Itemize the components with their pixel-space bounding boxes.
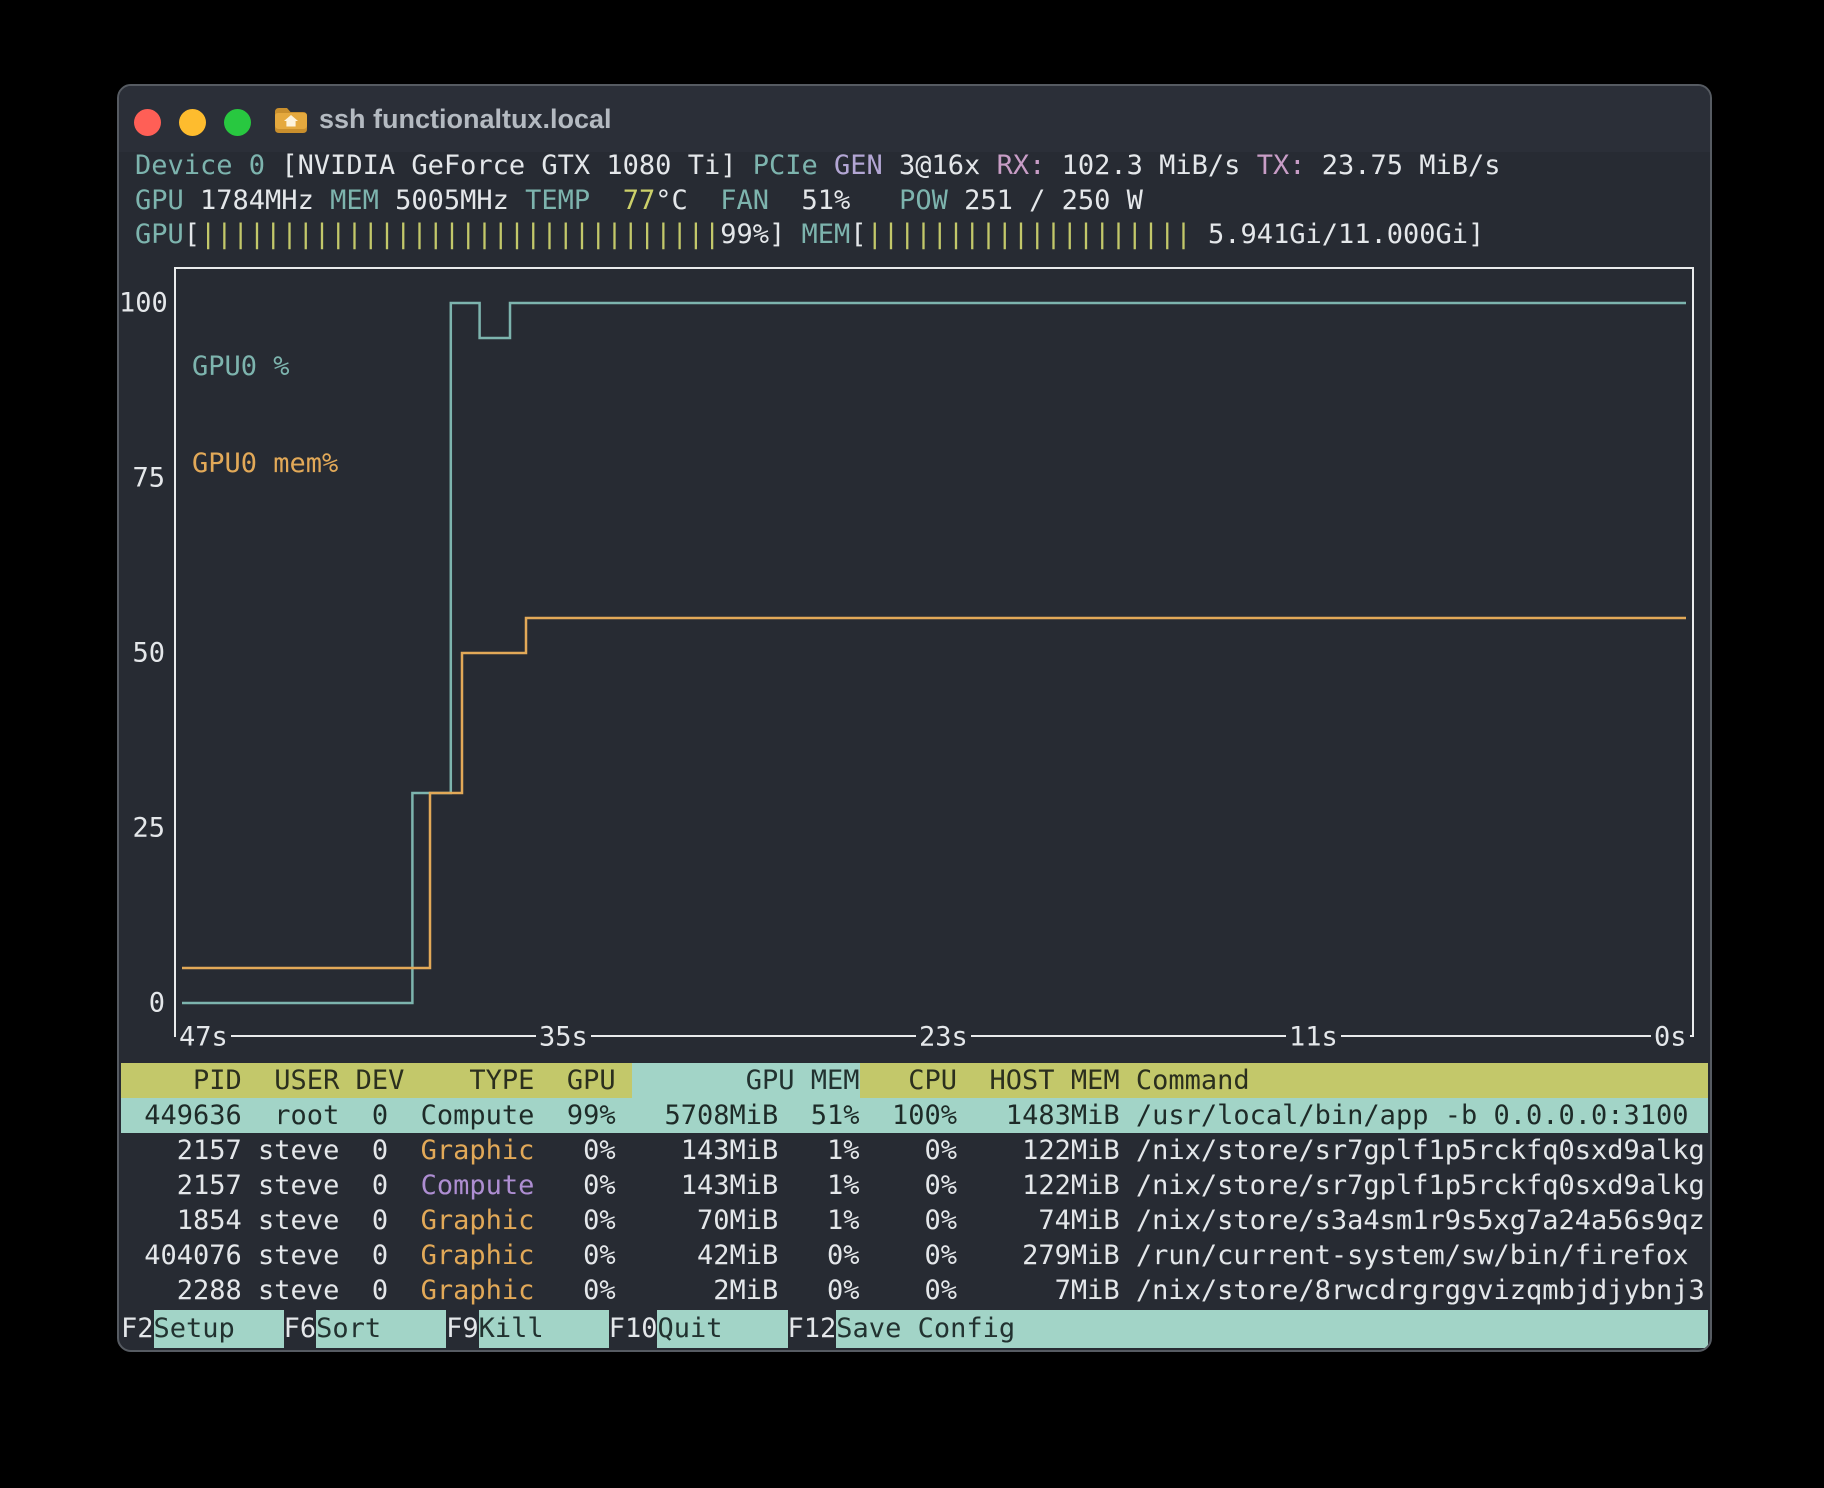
header-filler [1250,1063,1708,1098]
process-row-pid-1854[interactable]: 1854 steve 0 Graphic 0% 70MiB 1% 0% 74Mi… [121,1203,1708,1238]
process-row-pid-2157[interactable]: 2157 steve 0 Compute 0% 143MiB 1% 0% 122… [121,1168,1708,1203]
fn-action-sort[interactable]: Sort [316,1310,446,1348]
terminal-window: ssh functionaltux.local Device 0 [NVIDIA… [117,84,1712,1352]
x-tick-47s: 47s [176,1021,231,1054]
x-tick-11s: 11s [1286,1021,1341,1054]
process-row-pid-404076[interactable]: 404076 steve 0 Graphic 0% 42MiB 0% 0% 27… [121,1238,1708,1273]
x-tick-35s: 35s [536,1021,591,1054]
gauge-fill-bars: |||||||||||||||||||||||||||||||| [200,219,720,250]
gauge-fill-bars: |||||||||||||||||||| [867,219,1192,250]
gpu-clock-line: GPU 1784MHz MEM 5005MHz TEMP 77°C FAN 51… [135,183,1143,218]
x-tick-0s: 0s [1651,1021,1690,1054]
fn-key-F6[interactable]: F6 [284,1310,317,1348]
y-tick-0: 0 [119,986,165,1021]
y-tick-100: 100 [119,286,165,321]
legend-gpu-mem: GPU0 mem% [192,446,338,481]
device-info-line: Device 0 [NVIDIA GeForce GTX 1080 Ti] PC… [135,148,1501,183]
zoom-button[interactable] [224,109,251,136]
fn-key-F12[interactable]: F12 [788,1310,837,1348]
chart-legend: GPU0 % GPU0 mem% [192,287,338,543]
function-key-bar: F2Setup F6Sort F9Kill F10Quit F12Save Co… [121,1310,1708,1348]
fn-key-F2[interactable]: F2 [121,1310,154,1348]
series-GPU0- [182,303,1686,1003]
process-row-pid-2288[interactable]: 2288 steve 0 Graphic 0% 2MiB 0% 0% 7MiB … [121,1273,1708,1308]
x-tick-23s: 23s [916,1021,971,1054]
process-row-pid-2157[interactable]: 2157 steve 0 Graphic 0% 143MiB 1% 0% 122… [121,1133,1708,1168]
home-folder-icon [274,106,308,134]
fn-action-setup[interactable]: Setup [154,1310,284,1348]
gpu-mem-gauge-line: GPU[||||||||||||||||||||||||||||||||99%]… [135,217,1484,252]
fn-key-F9[interactable]: F9 [446,1310,479,1348]
utilization-chart: GPU0 % GPU0 mem% [174,267,1694,1037]
process-row-pid-449636[interactable]: 449636 root 0 Compute 99% 5708MiB 51% 10… [121,1098,1708,1133]
process-table-header: PID USER DEV TYPE GPU GPU MEM CPU HOST M… [121,1063,1708,1098]
title-bar[interactable]: ssh functionaltux.local [119,86,1710,152]
fn-action-quit[interactable]: Quit [657,1310,787,1348]
series-GPU0-mem- [182,618,1686,968]
header-left-columns: PID USER DEV TYPE GPU [128,1063,632,1098]
header-right-columns: CPU HOST MEM Command [860,1063,1250,1098]
y-tick-75: 75 [119,461,165,496]
fn-key-F10[interactable]: F10 [609,1310,658,1348]
chart-plot-area [176,269,1692,1035]
desktop: ssh functionaltux.local Device 0 [NVIDIA… [0,0,1824,1488]
process-table-rows: 449636 root 0 Compute 99% 5708MiB 51% 10… [121,1098,1708,1308]
window-title: ssh functionaltux.local [319,86,612,152]
legend-gpu-percent: GPU0 % [192,349,338,384]
fn-action-kill[interactable]: Kill [479,1310,609,1348]
y-tick-50: 50 [119,636,165,671]
minimize-button[interactable] [179,109,206,136]
fn-action-save-config[interactable]: Save Config [836,1310,1708,1348]
close-button[interactable] [134,109,161,136]
header-sort-column-gpu-mem[interactable]: GPU MEM [632,1063,860,1098]
y-tick-25: 25 [119,811,165,846]
